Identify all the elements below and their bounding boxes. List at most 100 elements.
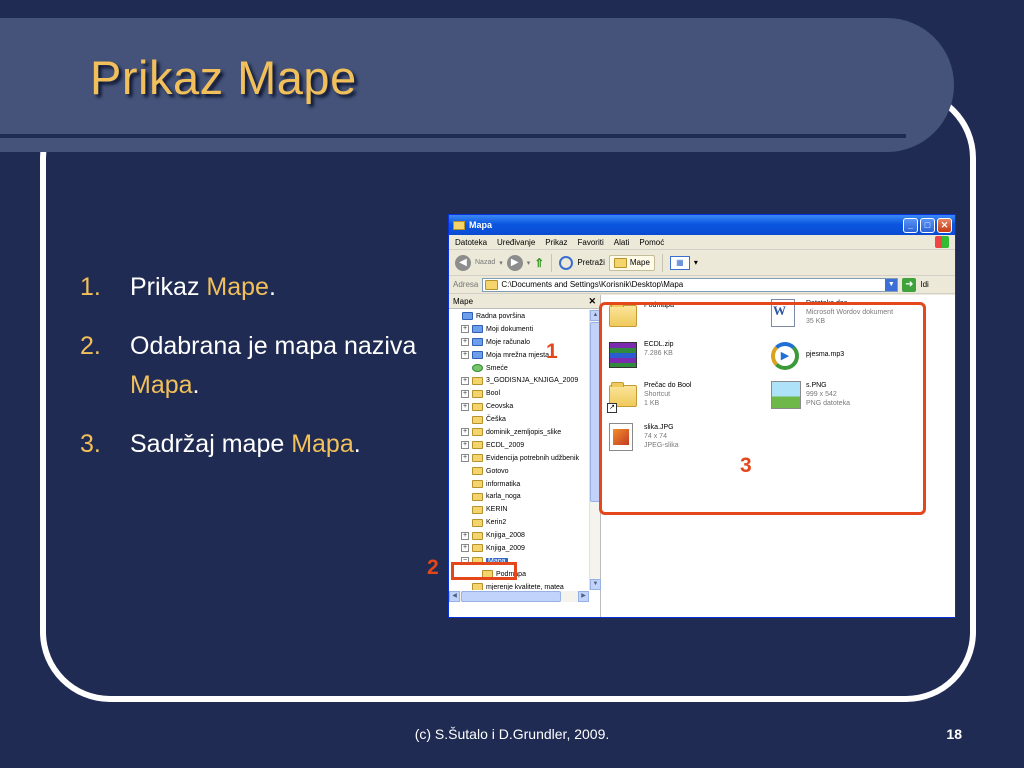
tree-item[interactable]: karla_noga bbox=[449, 490, 589, 503]
go-arrow-icon[interactable]: ➜ bbox=[902, 277, 917, 292]
window-titlebar[interactable]: Mapa _ □ ✕ bbox=[449, 215, 955, 235]
folder-icon bbox=[472, 402, 483, 411]
annotation-number-1: 1 bbox=[546, 340, 558, 363]
expand-toggle-icon[interactable]: + bbox=[461, 544, 469, 553]
maximize-button[interactable]: □ bbox=[920, 217, 935, 233]
tree-item-label: karla_noga bbox=[486, 493, 521, 501]
bullet-item: 2. Odabrana je mapa naziva Mapa. bbox=[80, 327, 450, 405]
close-icon[interactable]: ✕ bbox=[588, 296, 596, 307]
bullet-suffix: . bbox=[353, 430, 361, 458]
toolbar-separator bbox=[551, 253, 553, 272]
page-number: 18 bbox=[946, 726, 962, 742]
folders-button[interactable]: Mape bbox=[608, 254, 655, 271]
forward-arrow-icon[interactable]: ▶ bbox=[506, 254, 523, 271]
tree-item-label: informatika bbox=[486, 480, 521, 488]
address-field[interactable]: C:\Documents and Settings\Korisnik\Deskt… bbox=[482, 277, 899, 292]
expand-toggle-icon[interactable]: + bbox=[461, 376, 469, 385]
tree-item[interactable]: + Moja mrežna mjesta bbox=[449, 349, 589, 362]
tree-item[interactable]: +3_GODISNJA_KNJIGA_2009 bbox=[449, 374, 589, 387]
address-bar: Adresa C:\Documents and Settings\Korisni… bbox=[449, 276, 955, 294]
folder-icon bbox=[472, 583, 483, 590]
menu-uredivanje[interactable]: Uređivanje bbox=[497, 238, 535, 247]
tree-item-label: mjerenje kvalitete, matea bbox=[486, 583, 564, 590]
close-button[interactable]: ✕ bbox=[937, 217, 952, 233]
back-dropdown-icon[interactable]: ▾ bbox=[499, 259, 503, 267]
bullet-number: 3. bbox=[80, 430, 101, 458]
folder-icon bbox=[472, 492, 483, 501]
expand-toggle-icon[interactable]: + bbox=[461, 389, 469, 398]
annotation-number-3: 3 bbox=[740, 454, 752, 477]
tree-item-label: Gotovo bbox=[486, 467, 509, 475]
highlight-box-contents bbox=[599, 302, 926, 515]
expand-toggle-icon[interactable]: + bbox=[461, 441, 469, 450]
bullet-item: 1. Prikaz Mape. bbox=[80, 268, 450, 307]
search-icon[interactable] bbox=[559, 255, 574, 270]
tree-item[interactable]: Kerin2 bbox=[449, 516, 589, 529]
folder-icon bbox=[472, 376, 483, 385]
scroll-left-icon[interactable]: ◀ bbox=[449, 591, 460, 602]
bullet-highlight: Mapa bbox=[291, 430, 354, 458]
annotation-number-2: 2 bbox=[427, 556, 439, 579]
forward-dropdown-icon[interactable]: ▾ bbox=[527, 259, 531, 267]
tree-item[interactable]: + Knjiga_2008 bbox=[449, 529, 589, 542]
address-dropdown-icon[interactable]: ▼ bbox=[885, 278, 898, 291]
tree-item-label: Moji dokumenti bbox=[486, 325, 534, 333]
up-folder-icon[interactable]: ⇑ bbox=[534, 256, 544, 270]
tree-item-label: Kerin2 bbox=[486, 519, 507, 527]
bullet-highlight: Mape bbox=[206, 273, 269, 301]
window-controls: _ □ ✕ bbox=[903, 217, 952, 233]
menu-datoteka[interactable]: Datoteka bbox=[455, 238, 487, 247]
menu-favoriti[interactable]: Favoriti bbox=[578, 238, 604, 247]
window-title: Mapa bbox=[469, 220, 493, 230]
tree-item-label: Bool bbox=[486, 390, 501, 398]
tree-item[interactable]: + Moje računalo bbox=[449, 336, 589, 349]
tree-item[interactable]: mjerenje kvalitete, matea bbox=[449, 581, 589, 590]
tree-item[interactable]: + Evidencija potrebnih udžbenik bbox=[449, 452, 589, 465]
tree-item-label: Knjiga_2008 bbox=[486, 532, 525, 540]
tree-item[interactable]: + dominik_zemljopis_slike bbox=[449, 426, 589, 439]
tree-horizontal-scrollbar[interactable]: ◀ ▶ bbox=[449, 591, 589, 602]
expand-toggle-icon[interactable]: + bbox=[461, 402, 469, 411]
tree-item[interactable]: + ECDL_2009 bbox=[449, 439, 589, 452]
my-documents-icon bbox=[472, 325, 483, 334]
scroll-right-icon[interactable]: ▶ bbox=[578, 591, 589, 602]
tree-pane-title: Mape bbox=[453, 297, 474, 306]
tree-item-label: KERIN bbox=[486, 506, 508, 514]
search-button-label[interactable]: Pretraži bbox=[577, 258, 605, 267]
address-value[interactable]: C:\Documents and Settings\Korisnik\Deskt… bbox=[501, 280, 683, 289]
expand-toggle-icon[interactable]: + bbox=[461, 338, 469, 347]
expand-toggle-icon[interactable]: + bbox=[461, 531, 469, 540]
tree-item[interactable]: KERIN bbox=[449, 503, 589, 516]
expand-toggle-icon[interactable]: + bbox=[461, 428, 469, 437]
back-arrow-icon[interactable]: ◀ bbox=[455, 254, 471, 271]
menu-alati[interactable]: Alati bbox=[614, 238, 630, 247]
tree-item[interactable]: + Ceovska bbox=[449, 400, 589, 413]
tree-item[interactable]: + Knjiga_2009 bbox=[449, 542, 589, 555]
expand-toggle-icon[interactable]: + bbox=[461, 454, 469, 463]
views-dropdown-icon[interactable]: ▾ bbox=[694, 258, 698, 267]
scroll-thumb[interactable] bbox=[461, 591, 561, 602]
back-button-label[interactable]: Nazad bbox=[475, 259, 495, 266]
minimize-button[interactable]: _ bbox=[903, 217, 918, 233]
expand-toggle-icon[interactable]: + bbox=[461, 325, 469, 334]
menu-prikaz[interactable]: Prikaz bbox=[545, 238, 567, 247]
views-icon[interactable]: ▦ bbox=[669, 255, 690, 270]
tree-item[interactable]: informatika bbox=[449, 478, 589, 491]
tree-item[interactable]: Češka bbox=[449, 413, 589, 426]
go-button-label[interactable]: Idi bbox=[920, 280, 928, 289]
tree-item[interactable]: + Bool bbox=[449, 387, 589, 400]
menu-bar: Datoteka Uređivanje Prikaz Favoriti Alat… bbox=[449, 235, 955, 250]
scroll-down-icon[interactable]: ▼ bbox=[590, 579, 601, 590]
folder-icon bbox=[453, 220, 465, 230]
bullet-suffix: . bbox=[192, 371, 200, 399]
tree-item[interactable]: Smeće bbox=[449, 362, 589, 375]
tree-item[interactable]: + Moji dokumenti bbox=[449, 323, 589, 336]
menu-pomoc[interactable]: Pomoć bbox=[639, 238, 664, 247]
tree-item[interactable]: Gotovo bbox=[449, 465, 589, 478]
expand-toggle-icon[interactable]: + bbox=[461, 351, 469, 360]
recycle-bin-icon bbox=[472, 364, 483, 372]
tree-item[interactable]: Radna površina bbox=[449, 310, 589, 323]
